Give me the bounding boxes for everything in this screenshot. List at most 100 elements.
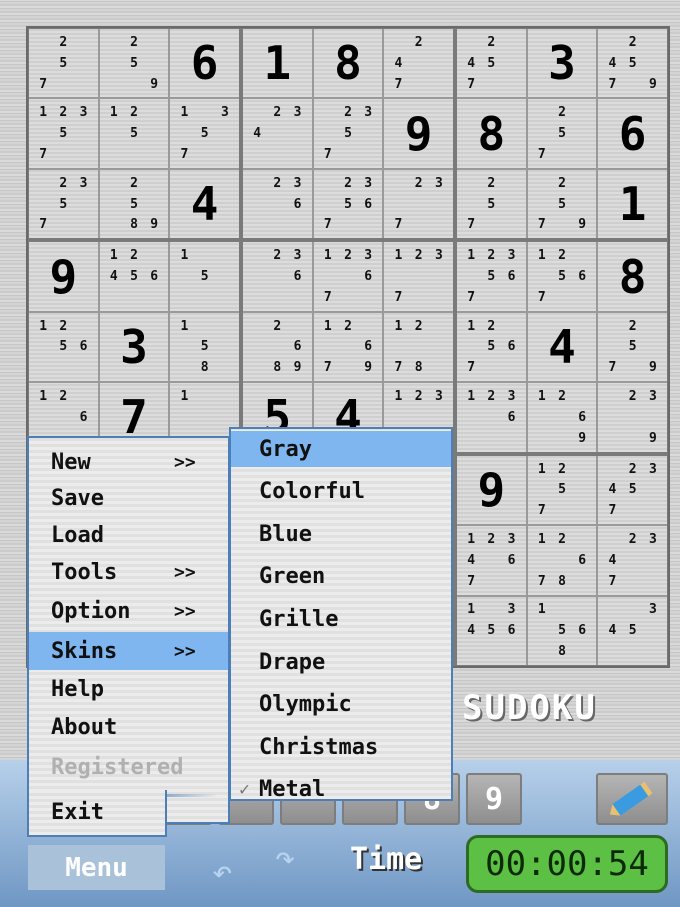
sudoku-cell[interactable]: 12678 bbox=[527, 526, 597, 595]
sudoku-cell[interactable]: 2579 bbox=[527, 169, 597, 239]
sudoku-cell[interactable]: 12456 bbox=[99, 242, 169, 311]
board-block: 2457 3 24579 8 257 6 257 2579 1 bbox=[457, 29, 667, 239]
sudoku-cell[interactable]: 4 bbox=[170, 169, 239, 239]
sudoku-cell[interactable]: 158 bbox=[170, 312, 239, 382]
sudoku-cell[interactable]: 13456 bbox=[457, 596, 526, 665]
sudoku-cell[interactable]: 24579 bbox=[598, 29, 667, 98]
cell-value: 8 bbox=[334, 36, 362, 91]
sudoku-cell[interactable]: 1278 bbox=[384, 312, 453, 382]
sudoku-cell[interactable]: 12679 bbox=[313, 312, 383, 382]
menu-button[interactable]: Menu bbox=[28, 845, 165, 890]
sudoku-cell[interactable]: 1269 bbox=[527, 383, 597, 452]
candidate-notes: 23567 bbox=[323, 175, 373, 233]
submenu-arrow-icon: >> bbox=[174, 640, 196, 662]
sudoku-cell[interactable]: 259 bbox=[99, 29, 169, 98]
sudoku-cell[interactable]: 2347 bbox=[598, 526, 667, 595]
redo-icon[interactable]: ↷ bbox=[275, 838, 295, 878]
sudoku-cell[interactable]: 125 bbox=[99, 99, 169, 168]
candidate-notes: 2357 bbox=[39, 175, 88, 233]
sudoku-cell[interactable]: 23567 bbox=[313, 169, 383, 239]
sudoku-cell[interactable]: 237 bbox=[384, 169, 453, 239]
sudoku-cell[interactable]: 12367 bbox=[313, 242, 383, 311]
undo-icon[interactable]: ↶ bbox=[212, 852, 232, 892]
sudoku-cell[interactable]: 1 bbox=[243, 29, 312, 98]
sudoku-cell[interactable]: 9 bbox=[457, 455, 526, 525]
skin-option-grille[interactable]: Grille bbox=[231, 601, 451, 637]
sudoku-cell[interactable]: 1257 bbox=[527, 455, 597, 525]
skin-option-green[interactable]: Green bbox=[231, 559, 451, 595]
sudoku-cell[interactable]: 123567 bbox=[457, 242, 526, 311]
sudoku-cell[interactable]: 12567 bbox=[457, 312, 526, 382]
menu-item-label: New bbox=[51, 449, 91, 475]
sudoku-cell[interactable]: 2357 bbox=[29, 169, 98, 239]
sudoku-cell[interactable]: 2357 bbox=[313, 99, 383, 168]
sudoku-cell[interactable]: 2579 bbox=[598, 312, 667, 382]
candidate-notes: 2589 bbox=[130, 175, 159, 233]
menu-item-save[interactable]: Save bbox=[29, 479, 228, 517]
sudoku-cell[interactable]: 236 bbox=[243, 242, 312, 311]
sudoku-cell[interactable]: 257 bbox=[527, 99, 597, 168]
sudoku-cell[interactable]: 257 bbox=[457, 169, 526, 239]
skin-option-label: Colorful bbox=[259, 479, 365, 505]
skin-option-olympic[interactable]: Olympic bbox=[231, 687, 451, 723]
candidate-notes: 12567 bbox=[537, 248, 587, 305]
menu-item-about[interactable]: About bbox=[29, 708, 228, 746]
sudoku-cell[interactable]: 9 bbox=[29, 242, 98, 311]
sudoku-cell[interactable]: 4 bbox=[527, 312, 597, 382]
sudoku-cell[interactable]: 12567 bbox=[527, 242, 597, 311]
sudoku-cell[interactable]: 8 bbox=[457, 99, 526, 168]
cell-value: 6 bbox=[190, 36, 219, 91]
skin-option-blue[interactable]: Blue bbox=[231, 516, 451, 552]
skin-option-christmas[interactable]: Christmas bbox=[231, 729, 451, 765]
sudoku-cell[interactable]: 15 bbox=[170, 242, 239, 311]
sudoku-cell[interactable]: 12357 bbox=[29, 99, 98, 168]
cell-value: 4 bbox=[548, 319, 576, 374]
sudoku-cell[interactable]: 1237 bbox=[384, 242, 453, 311]
number-button[interactable]: 9 bbox=[466, 773, 522, 825]
skin-option-metal[interactable]: ✓ Metal bbox=[231, 772, 451, 808]
cell-value: 4 bbox=[190, 177, 219, 232]
sudoku-cell[interactable]: 23457 bbox=[598, 455, 667, 525]
sudoku-cell[interactable]: 239 bbox=[598, 383, 667, 452]
sudoku-cell[interactable]: 234 bbox=[243, 99, 312, 168]
menu-item-help[interactable]: Help bbox=[29, 670, 228, 708]
menu-item-exit[interactable]: Exit bbox=[29, 793, 165, 831]
sudoku-cell[interactable]: 6 bbox=[170, 29, 239, 98]
sudoku-cell[interactable]: 8 bbox=[313, 29, 383, 98]
sudoku-cell[interactable]: 1568 bbox=[527, 596, 597, 665]
candidate-notes: 1278 bbox=[394, 318, 423, 376]
skin-option-colorful[interactable]: Colorful bbox=[231, 474, 451, 510]
board-block: 18 247 234 2357 9 236 23567 237 bbox=[243, 29, 453, 239]
sudoku-cell[interactable]: 6 bbox=[598, 99, 667, 168]
menu-item-option[interactable]: Option >> bbox=[29, 592, 228, 630]
sudoku-cell[interactable]: 2689 bbox=[243, 312, 312, 382]
sudoku-cell[interactable]: 9 bbox=[384, 99, 453, 168]
sudoku-cell[interactable]: 1357 bbox=[170, 99, 239, 168]
sudoku-cell[interactable]: 123467 bbox=[457, 526, 526, 595]
sudoku-cell[interactable]: 257 bbox=[29, 29, 98, 98]
sudoku-cell[interactable]: 1236 bbox=[457, 383, 526, 452]
cell-value: 8 bbox=[618, 249, 647, 304]
candidate-notes: 123467 bbox=[467, 532, 516, 589]
sudoku-cell[interactable]: 2589 bbox=[99, 169, 169, 239]
menu-item-new[interactable]: New >> bbox=[29, 443, 228, 481]
skin-option-gray[interactable]: Gray bbox=[231, 431, 451, 467]
sudoku-cell[interactable]: 247 bbox=[384, 29, 453, 98]
candidate-notes: 257 bbox=[467, 175, 496, 233]
sudoku-cell[interactable]: 1 bbox=[598, 169, 667, 239]
sudoku-cell[interactable]: 345 bbox=[598, 596, 667, 665]
sudoku-cell[interactable]: 8 bbox=[598, 242, 667, 311]
pencil-button[interactable] bbox=[596, 773, 668, 825]
skin-option-drape[interactable]: Drape bbox=[231, 644, 451, 680]
skin-option-label: Green bbox=[259, 564, 326, 590]
sudoku-cell[interactable]: 3 bbox=[527, 29, 597, 98]
menu-item-tools[interactable]: Tools >> bbox=[29, 553, 228, 591]
skins-submenu: Gray Colorful Blue Green Grille Drape Olympic C… bbox=[229, 427, 453, 802]
sudoku-cell[interactable]: 1256 bbox=[29, 312, 98, 382]
menu-item-load[interactable]: Load bbox=[29, 516, 228, 554]
sudoku-cell[interactable]: 2457 bbox=[457, 29, 526, 98]
sudoku-cell[interactable]: 3 bbox=[99, 312, 169, 382]
sudoku-cell[interactable]: 236 bbox=[243, 169, 312, 239]
menu-item-skins[interactable]: Skins >> bbox=[29, 632, 228, 670]
cell-value: 6 bbox=[618, 106, 647, 161]
